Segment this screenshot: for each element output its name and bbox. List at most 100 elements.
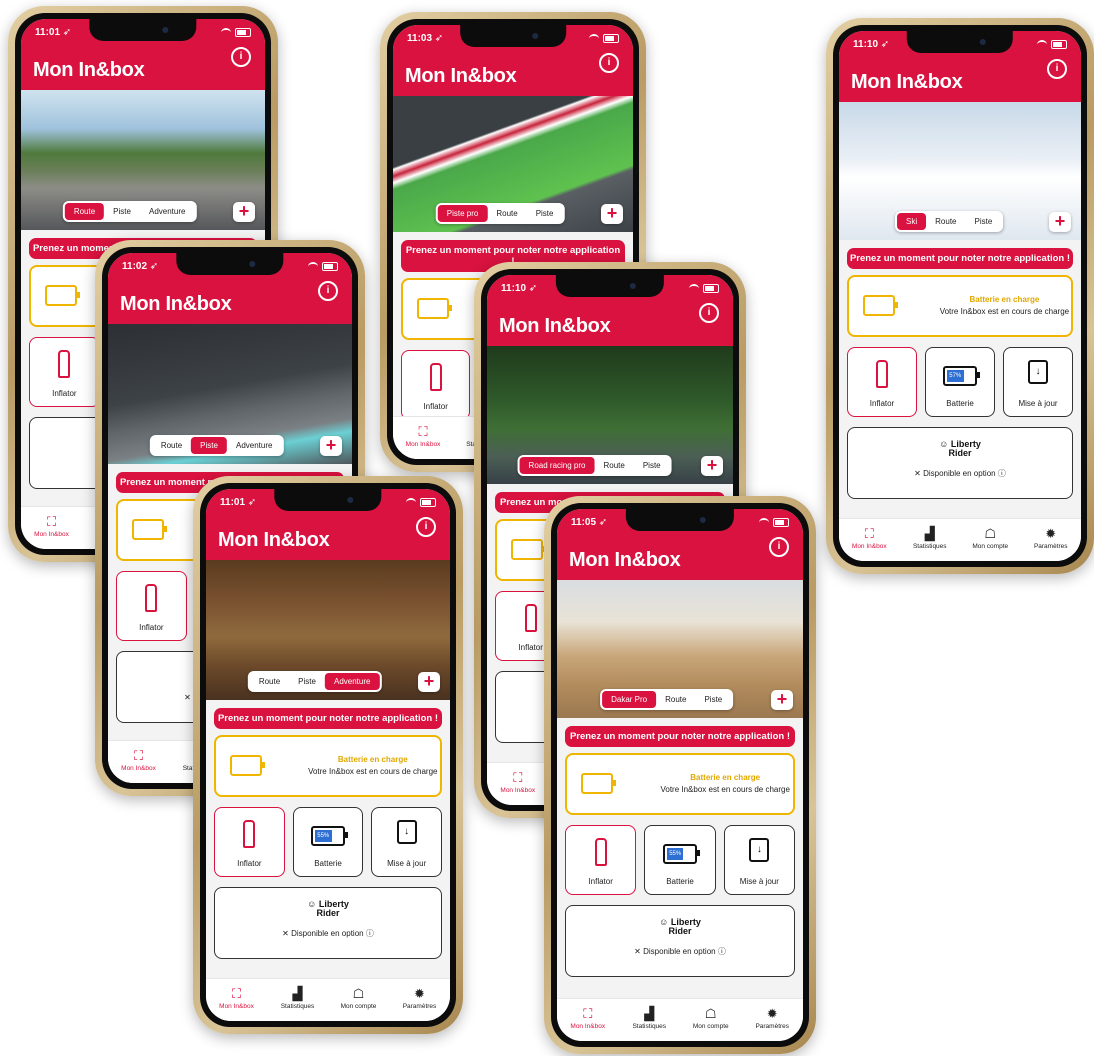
mode-segmented-control[interactable]: Road racing pro Route Piste xyxy=(517,455,672,476)
inflator-tile[interactable]: Inflator xyxy=(29,337,100,407)
mode-tab[interactable]: Piste pro xyxy=(437,205,488,222)
tab-account[interactable]: ☖ Mon compte xyxy=(680,999,742,1041)
update-tile[interactable]: ↓ Mise à jour xyxy=(723,825,795,895)
mode-tab[interactable]: Piste xyxy=(289,673,325,690)
bottle-icon xyxy=(429,363,442,391)
mode-segmented-control[interactable]: Route Piste Adventure xyxy=(247,671,382,692)
add-mode-button[interactable]: + xyxy=(418,672,440,692)
statistics-icon: ▟ xyxy=(924,526,935,541)
liberty-option-text: ✕ Disponible en option ⓘ xyxy=(634,947,726,956)
mode-segmented-control[interactable]: Piste pro Route Piste xyxy=(435,203,565,224)
info-icon[interactable]: i xyxy=(599,53,619,73)
app-screen: 11:01 ➶ i Mon In&box Route Piste Adventure + Pr… xyxy=(206,489,450,1021)
add-mode-button[interactable]: + xyxy=(1049,212,1071,232)
update-tile[interactable]: ↓ Mise à jour xyxy=(371,807,443,877)
tab-home[interactable]: ⛶ Mon In&box xyxy=(108,741,169,783)
tab-statistics[interactable]: ▟ Statistiques xyxy=(619,999,681,1041)
tab-settings[interactable]: ✹ Paramètres xyxy=(389,979,450,1021)
info-icon[interactable]: i xyxy=(318,281,338,301)
home-icon: ⛶ xyxy=(231,986,242,1001)
tab-account[interactable]: ☖ Mon compte xyxy=(960,519,1021,561)
status-time: 11:03 ➶ xyxy=(407,32,444,44)
mode-tab[interactable]: Route xyxy=(64,203,105,220)
update-label: Mise à jour xyxy=(1018,399,1058,408)
status-time: 11:05 ➶ xyxy=(571,516,608,528)
tab-account[interactable]: ☖ Mon compte xyxy=(328,979,389,1021)
battery-status-icon xyxy=(1051,39,1067,49)
tab-settings[interactable]: ✹ Paramètres xyxy=(742,999,804,1041)
tab-home[interactable]: ⛶ Mon In&box xyxy=(557,999,619,1041)
battery-gauge: 57% xyxy=(943,366,980,386)
wifi-icon xyxy=(589,33,599,43)
tab-home[interactable]: ⛶ Mon In&box xyxy=(839,519,900,561)
tab-home[interactable]: ⛶ Mon In&box xyxy=(393,417,453,459)
mode-tab[interactable]: Piste xyxy=(527,205,563,222)
mode-tab[interactable]: Piste xyxy=(695,691,731,708)
mode-tab[interactable]: Adventure xyxy=(227,437,281,454)
inflator-tile[interactable]: Inflator xyxy=(116,571,187,641)
tab-home[interactable]: ⛶ Mon In&box xyxy=(206,979,267,1021)
add-mode-button[interactable]: + xyxy=(771,690,793,710)
tab-settings[interactable]: ✹ Paramètres xyxy=(1021,519,1082,561)
mode-tab[interactable]: Dakar Pro xyxy=(602,691,657,708)
tab-statistics[interactable]: ▟ Statistiques xyxy=(267,979,328,1021)
mode-tab[interactable]: Piste xyxy=(191,437,227,454)
wifi-icon xyxy=(406,497,416,507)
tab-home-label: Mon In&box xyxy=(851,543,887,550)
inflator-label: Inflator xyxy=(52,389,77,398)
info-icon[interactable]: i xyxy=(1047,59,1067,79)
liberty-rider-card[interactable]: ☺ LibertyRider ✕ Disponible en option ⓘ xyxy=(214,887,442,959)
mode-tab[interactable]: Piste xyxy=(966,213,1002,230)
mode-segmented-control[interactable]: Route Piste Adventure xyxy=(149,435,284,456)
liberty-rider-card[interactable]: ☺ LibertyRider ✕ Disponible en option ⓘ xyxy=(565,905,795,977)
rate-app-banner[interactable]: Prenez un moment pour noter notre applic… xyxy=(214,708,442,729)
mode-segmented-control[interactable]: Route Piste Adventure xyxy=(62,201,197,222)
add-mode-button[interactable]: + xyxy=(701,456,723,476)
rate-app-banner[interactable]: Prenez un moment pour noter notre applic… xyxy=(565,726,795,747)
mode-tab[interactable]: Route xyxy=(656,691,695,708)
info-icon[interactable]: i xyxy=(699,303,719,323)
inflator-label: Inflator xyxy=(423,402,448,411)
tab-statistics-label: Statistiques xyxy=(280,1003,315,1010)
liberty-rider-card[interactable]: ☺ LibertyRider ✕ Disponible en option ⓘ xyxy=(847,427,1073,499)
update-tile[interactable]: ↓ Mise à jour xyxy=(1003,347,1073,417)
status-icons xyxy=(308,261,338,271)
inflator-tile[interactable]: Inflator xyxy=(401,350,471,420)
mode-tab[interactable]: Piste xyxy=(104,203,140,220)
mode-tab[interactable]: Adventure xyxy=(324,673,380,690)
mode-tab[interactable]: Route xyxy=(926,213,965,230)
mode-tab[interactable]: Adventure xyxy=(140,203,194,220)
inflator-tile[interactable]: Inflator xyxy=(847,347,917,417)
notch xyxy=(625,509,735,531)
status-tiles: Inflator 55% Batterie ↓ Mise à jour xyxy=(565,825,795,895)
tab-home[interactable]: ⛶ Mon In&box xyxy=(21,507,82,549)
rate-app-banner[interactable]: Prenez un moment pour noter notre applic… xyxy=(847,248,1073,269)
mode-tab[interactable]: Piste xyxy=(634,457,670,474)
add-mode-button[interactable]: + xyxy=(233,202,255,222)
info-icon[interactable]: i xyxy=(416,517,436,537)
home-icon: ⛶ xyxy=(133,748,144,763)
battery-charging-icon xyxy=(417,298,452,319)
mode-tab[interactable]: Route xyxy=(594,457,633,474)
battery-tile[interactable]: 55% Batterie xyxy=(292,807,364,877)
mode-tab[interactable]: Ski xyxy=(897,213,927,230)
page-title: Mon In&box xyxy=(33,59,145,81)
tab-statistics[interactable]: ▟ Statistiques xyxy=(900,519,961,561)
inflator-tile[interactable]: Inflator xyxy=(565,825,637,895)
battery-tile[interactable]: 57% Batterie xyxy=(925,347,995,417)
info-icon[interactable]: i xyxy=(769,537,789,557)
tab-home[interactable]: ⛶ Mon In&box xyxy=(487,763,549,805)
mode-tab[interactable]: Route xyxy=(152,437,191,454)
charging-title: Batterie en charge xyxy=(337,755,408,764)
mode-tab[interactable]: Road racing pro xyxy=(519,457,595,474)
mode-tab[interactable]: Route xyxy=(250,673,289,690)
mode-segmented-control[interactable]: Dakar Pro Route Piste xyxy=(600,689,734,710)
add-mode-button[interactable]: + xyxy=(601,204,623,224)
mode-tab[interactable]: Route xyxy=(487,205,526,222)
mode-segmented-control[interactable]: Ski Route Piste xyxy=(895,211,1004,232)
inflator-tile[interactable]: Inflator xyxy=(214,807,285,877)
add-mode-button[interactable]: + xyxy=(320,436,342,456)
battery-tile[interactable]: 55% Batterie xyxy=(644,825,716,895)
home-icon: ⛶ xyxy=(583,1006,593,1021)
info-icon[interactable]: i xyxy=(231,47,251,67)
